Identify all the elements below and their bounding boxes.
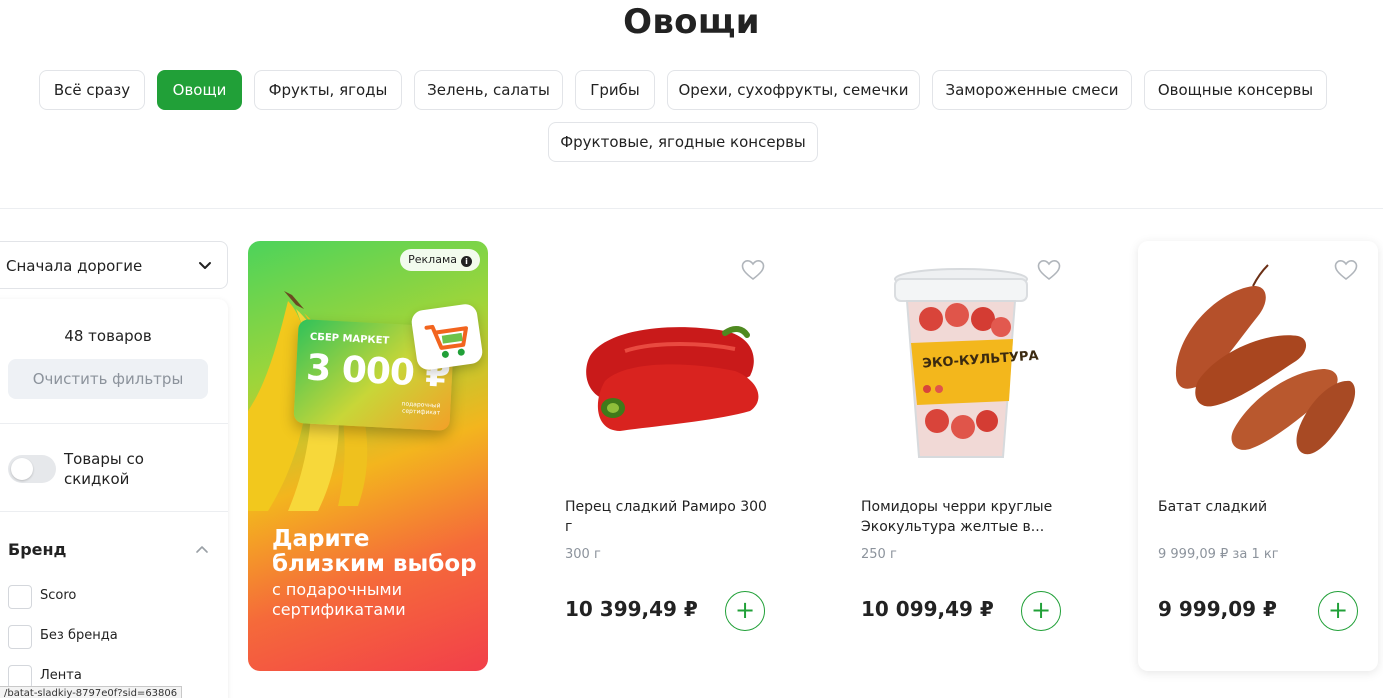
product-weight: 9 999,09 ₽ за 1 кг — [1158, 547, 1279, 562]
checkbox[interactable] — [8, 585, 32, 609]
status-bar-url: /batat-sladkiy-8797e0f?sid=63806 — [0, 686, 183, 698]
filter-divider — [0, 511, 228, 512]
chip-vegetables[interactable]: Овощи — [157, 70, 242, 110]
product-name[interactable]: Батат сладкий — [1158, 497, 1368, 517]
filter-divider — [0, 423, 228, 424]
plus-icon: + — [1327, 596, 1349, 624]
chip-fruits-berries[interactable]: Фрукты, ягоды — [254, 70, 402, 110]
chip-fruit-canned[interactable]: Фруктовые, ягодные консервы — [548, 122, 818, 162]
chevron-down-icon — [199, 262, 211, 269]
ad-headline: Дарите близким выбор — [272, 526, 477, 577]
chip-mushrooms[interactable]: Грибы — [575, 70, 655, 110]
product-weight: 250 г — [861, 547, 897, 562]
brand-option-label: Лента — [40, 668, 82, 683]
ad-badge-label: Реклама — [408, 253, 457, 266]
chip-greens-salads[interactable]: Зелень, салаты — [414, 70, 563, 110]
add-to-cart-button[interactable]: + — [1021, 591, 1061, 631]
product-card[interactable]: Батат сладкий 9 999,09 ₽ за 1 кг 9 999,0… — [1138, 241, 1378, 671]
plus-icon: + — [1030, 596, 1052, 624]
checkbox[interactable] — [8, 625, 32, 649]
product-price: 9 999,09 ₽ — [1158, 597, 1277, 621]
chevron-up-icon[interactable] — [194, 542, 210, 558]
discount-toggle[interactable] — [8, 455, 56, 483]
add-to-cart-button[interactable]: + — [725, 591, 765, 631]
gift-card-subtitle: подарочный сертификат — [401, 400, 441, 417]
page-title: Овощи — [623, 2, 760, 42]
product-name[interactable]: Помидоры черри круглые Экокультура желты… — [861, 497, 1071, 537]
discount-toggle-label: Товары со скидкой — [64, 450, 144, 488]
page: Овощи Всё сразу Овощи Фрукты, ягоды Зеле… — [0, 0, 1383, 698]
sort-label: Сначала дорогие — [6, 257, 143, 275]
add-to-cart-button[interactable]: + — [1318, 591, 1358, 631]
product-card[interactable]: Перец сладкий Рамиро 300 г 300 г 10 399,… — [545, 241, 785, 671]
clear-filters-button[interactable]: Очистить фильтры — [8, 359, 208, 399]
product-name[interactable]: Перец сладкий Рамиро 300 г — [565, 497, 775, 537]
gift-card-brand: СБЕР МАРКЕТ — [309, 331, 390, 347]
product-count: 48 товаров — [64, 327, 152, 345]
product-weight: 300 г — [565, 547, 601, 562]
brand-option-label: Scoro — [40, 588, 77, 603]
info-icon: i — [461, 256, 472, 267]
cherry-tomatoes-cup-image: ЭКО-КУЛЬТУРА — [894, 268, 1039, 458]
cart-app-icon — [410, 302, 484, 372]
sweet-potatoes-image — [1175, 264, 1356, 455]
chip-all[interactable]: Всё сразу — [39, 70, 145, 110]
section-divider — [0, 208, 1383, 209]
toggle-knob — [11, 458, 33, 480]
sort-dropdown[interactable]: Сначала дорогие — [0, 241, 228, 289]
ad-banner[interactable]: СБЕР МАРКЕТ 3 000 ₽ подарочный сертифика… — [248, 241, 488, 671]
chip-nuts-dried-fruits[interactable]: Орехи, сухофрукты, семечки — [667, 70, 920, 110]
product-card[interactable]: ЭКО-КУЛЬТУРА Помидоры черри круглые Экок… — [841, 241, 1081, 671]
product-price: 10 399,49 ₽ — [565, 597, 698, 621]
chip-frozen-mixes[interactable]: Замороженные смеси — [932, 70, 1132, 110]
brand-option-label: Без бренда — [40, 628, 118, 643]
ad-text: с подарочными сертификатами — [272, 580, 406, 619]
product-price: 10 099,49 ₽ — [861, 597, 994, 621]
brand-filter-title: Бренд — [8, 540, 67, 559]
ad-badge[interactable]: Реклама i — [400, 249, 480, 271]
plus-icon: + — [734, 596, 756, 624]
red-peppers-image — [586, 325, 759, 431]
chip-vegetable-canned[interactable]: Овощные консервы — [1144, 70, 1327, 110]
